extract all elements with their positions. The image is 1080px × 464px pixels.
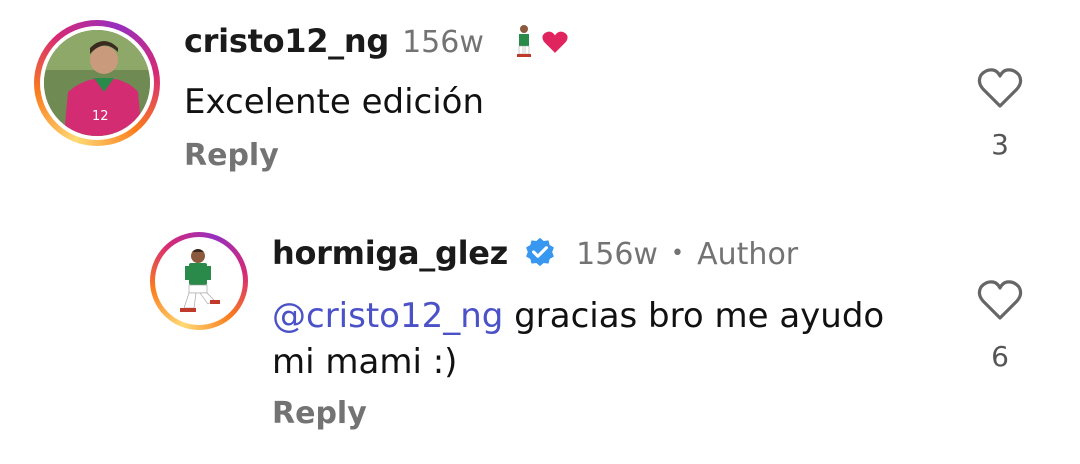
verified-badge-icon [523,235,557,273]
separator: • [671,241,685,266]
avatar-photo-icon: 12 [44,30,150,136]
like-button[interactable] [970,278,1030,326]
heart-emoji-icon [542,30,568,58]
jersey-number: 12 [92,109,109,124]
timestamp: 156w [402,25,484,60]
comment-header: hormiga_glez 156w • Author [272,234,798,273]
author-badge: Author [697,237,799,272]
username[interactable]: hormiga_glez [272,234,508,272]
username[interactable]: cristo12_ng [184,22,389,60]
reply-button[interactable]: Reply [184,138,279,173]
reply-button[interactable]: Reply [272,396,367,431]
comment-text: Excelente edición [184,82,485,122]
soccer-player-emoji-icon [511,24,537,62]
like-button[interactable] [970,66,1030,114]
kneeling-player-illustration-icon [180,249,220,312]
like-count: 3 [991,128,1009,161]
like-column: 3 [970,66,1030,161]
comment-2-reply: hormiga_glez 156w • Author @cristo12_ng … [0,210,1080,464]
timestamp: 156w [576,237,658,272]
avatar [158,240,240,322]
comment-text-line1: gracias bro me ayudo [503,296,885,336]
like-column: 6 [970,278,1030,373]
heart-outline-icon[interactable] [976,66,1024,110]
comment-header: cristo12_ng 156w [184,22,568,62]
comment-text: @cristo12_ng gracias bro me ayudo [272,294,884,338]
comment-1: 12 cristo12_ng 156w Excelente edición Re… [0,0,1080,200]
heart-outline-icon[interactable] [976,278,1024,322]
avatar: 12 [44,30,150,136]
like-count: 6 [991,340,1009,373]
mention-link[interactable]: @cristo12_ng [272,296,503,336]
comment-text-line2: mi mami :) [272,342,458,382]
avatar-story-ring[interactable]: 12 [34,20,160,146]
avatar-story-ring[interactable] [150,232,248,330]
